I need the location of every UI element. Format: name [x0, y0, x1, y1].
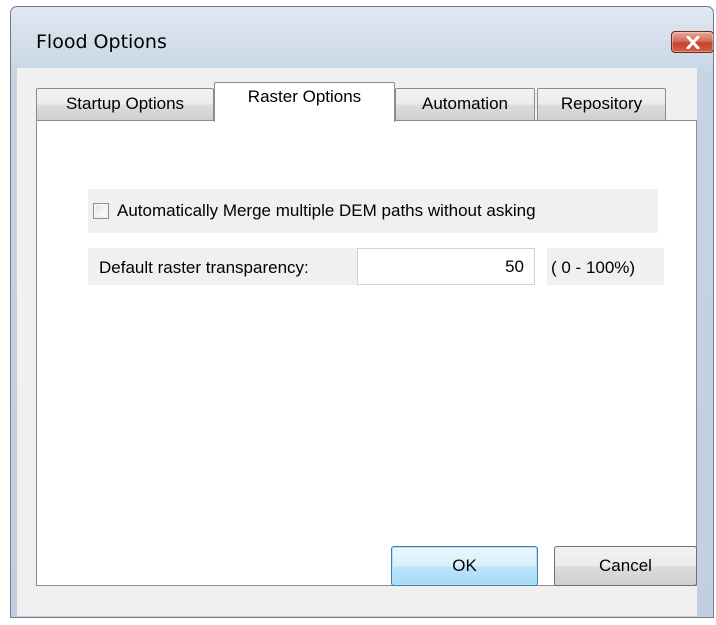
ok-button-label: OK: [452, 556, 477, 575]
tab-raster-options[interactable]: Raster Options: [214, 82, 395, 122]
merge-dem-checkbox[interactable]: [93, 203, 109, 219]
cancel-button[interactable]: Cancel: [554, 546, 697, 586]
tab-label: Raster Options: [247, 87, 362, 106]
ok-button[interactable]: OK: [391, 546, 538, 586]
window-title: Flood Options: [36, 31, 167, 53]
tab-label: Startup Options: [65, 94, 185, 113]
transparency-label: Default raster transparency:: [99, 258, 309, 277]
tab-repository[interactable]: Repository: [537, 88, 666, 120]
close-button[interactable]: [671, 31, 713, 53]
transparency-value: 50: [505, 257, 524, 276]
cancel-button-label: Cancel: [599, 556, 652, 575]
tab-startup-options[interactable]: Startup Options: [36, 88, 214, 120]
close-icon: [686, 36, 700, 49]
transparency-input[interactable]: 50: [357, 248, 535, 285]
tab-automation[interactable]: Automation: [395, 88, 535, 120]
transparency-range-label: ( 0 - 100%): [551, 258, 636, 277]
tab-label: Automation: [422, 94, 508, 113]
tab-label: Repository: [560, 94, 643, 113]
merge-dem-label[interactable]: Automatically Merge multiple DEM paths w…: [117, 201, 536, 221]
